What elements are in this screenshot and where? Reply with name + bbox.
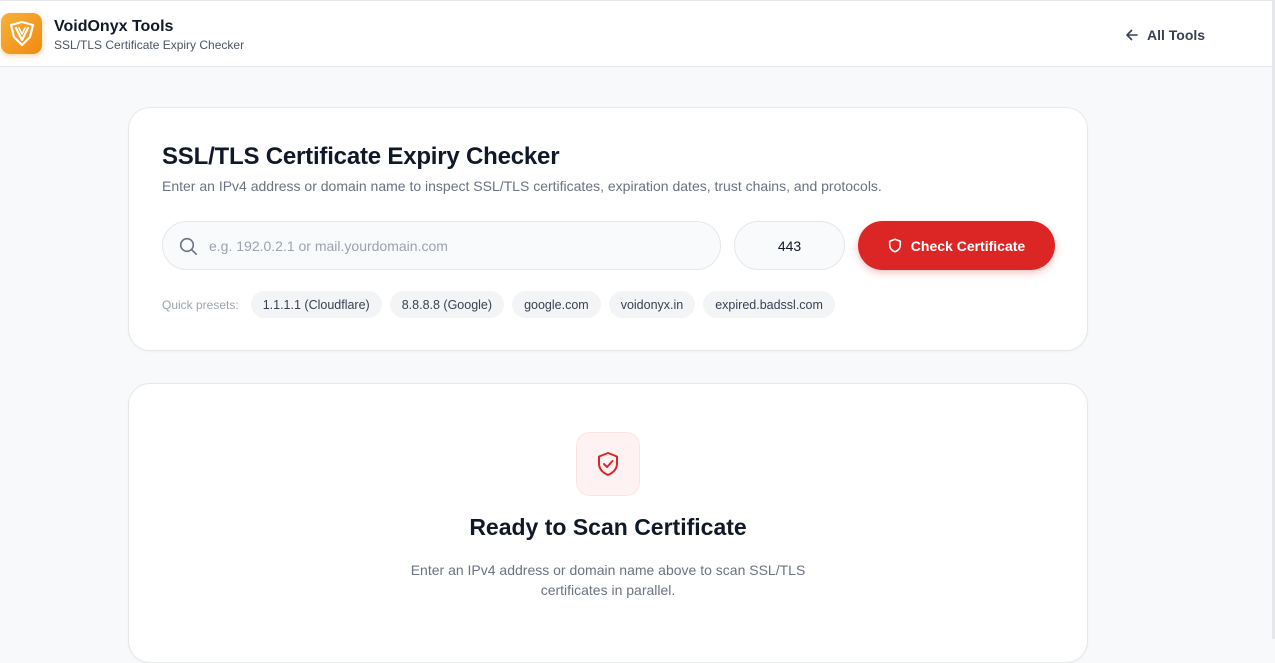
brand-name: VoidOnyx Tools	[54, 18, 174, 35]
preset-chip[interactable]: 1.1.1.1 (Cloudflare)	[250, 291, 382, 318]
brand-subtitle: SSL/TLS Certificate Expiry Checker	[54, 38, 245, 52]
host-input[interactable]	[207, 222, 707, 269]
app-header: VoidOnyx Tools SSL/TLS Certificate Expir…	[0, 0, 1275, 67]
app-logo[interactable]	[1, 13, 42, 54]
ready-icon-badge	[576, 432, 640, 496]
check-certificate-label: Check Certificate	[910, 237, 1026, 254]
preset-chip[interactable]: expired.badssl.com	[703, 291, 835, 318]
search-icon	[179, 237, 197, 255]
ready-description: Enter an IPv4 address or domain name abo…	[410, 562, 806, 598]
preset-chip[interactable]: google.com	[512, 291, 601, 318]
check-certificate-button[interactable]: Check Certificate	[858, 221, 1055, 270]
shield-v-logo-icon	[9, 20, 34, 46]
port-input[interactable]	[735, 222, 844, 269]
arrow-left-icon	[1126, 29, 1138, 41]
port-box	[734, 221, 845, 270]
ready-card: Ready to Scan Certificate Enter an IPv4 …	[128, 383, 1088, 663]
all-tools-link[interactable]: All Tools	[1125, 26, 1205, 44]
preset-chip[interactable]: 8.8.8.8 (Google)	[389, 291, 505, 318]
page-title: SSL/TLS Certificate Expiry Checker	[162, 143, 560, 170]
ready-title: Ready to Scan Certificate	[469, 514, 747, 540]
all-tools-label: All Tools	[1147, 27, 1206, 43]
host-search-box	[162, 221, 721, 270]
search-card: SSL/TLS Certificate Expiry Checker Enter…	[128, 107, 1088, 351]
page-description: Enter an IPv4 address or domain name to …	[162, 178, 882, 194]
preset-chip[interactable]: voidonyx.in	[608, 291, 696, 318]
shield-icon	[888, 238, 901, 253]
quick-presets: Quick presets: 1.1.1.1 (Cloudflare) 8.8.…	[162, 291, 843, 318]
quick-presets-label: Quick presets:	[162, 297, 239, 312]
shield-check-icon	[598, 452, 618, 476]
